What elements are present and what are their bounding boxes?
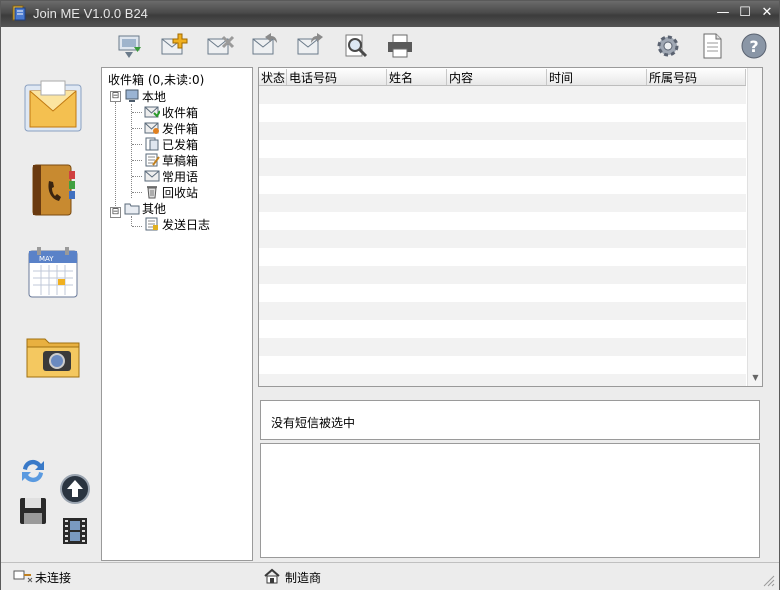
window-title: Join ME V1.0.0 B24 <box>33 6 148 21</box>
table-row[interactable] <box>259 302 746 320</box>
tree-label-recycle: 回收站 <box>162 186 199 200</box>
list-rows <box>259 86 746 386</box>
log-icon <box>145 217 158 231</box>
vertical-scrollbar[interactable]: ▼ <box>747 68 762 386</box>
tree-line <box>132 144 142 145</box>
message-preview: 没有短信被选中 <box>260 400 760 440</box>
column-owner-number[interactable]: 所属号码 <box>647 69 746 85</box>
folder-tree: 收件箱 (0,未读:0) ⊟ 本地 收件箱 发件箱 已发箱 草稿箱 常用语 回收… <box>101 67 253 561</box>
tree-label-outbox: 发件箱 <box>162 122 199 136</box>
tree-label-local: 本地 <box>142 90 167 104</box>
table-row[interactable] <box>259 374 746 386</box>
connection-label: 未连接 <box>35 571 72 585</box>
table-row[interactable] <box>259 176 746 194</box>
inbox-icon <box>144 106 160 118</box>
tree-line <box>132 226 142 227</box>
table-row[interactable] <box>259 104 746 122</box>
table-row[interactable] <box>259 212 746 230</box>
title-bar[interactable]: Join ME V1.0.0 B24 — ☐ ✕ <box>1 1 779 27</box>
maximize-button[interactable]: ☐ <box>735 4 755 22</box>
recycle-bin-icon <box>147 186 157 199</box>
message-list[interactable]: 状态 电话号码 姓名 内容 时间 所属号码 ▼ <box>258 67 763 387</box>
tree-line <box>132 128 142 129</box>
minimize-button[interactable]: — <box>713 4 733 22</box>
print-icon[interactable] <box>385 31 415 61</box>
tree-label-other: 其他 <box>142 202 167 216</box>
app-logo-icon <box>12 5 26 21</box>
phrases-icon <box>144 170 160 182</box>
left-navigation: MAY <box>3 67 99 561</box>
tree-label-drafts: 草稿箱 <box>162 154 199 168</box>
toolbar: ? <box>101 29 779 67</box>
settings-icon[interactable] <box>653 31 683 61</box>
table-row[interactable] <box>259 194 746 212</box>
table-row[interactable] <box>259 320 746 338</box>
column-content[interactable]: 内容 <box>447 69 547 85</box>
media-folder-icon[interactable] <box>23 325 83 385</box>
tree-label-phrases: 常用语 <box>162 170 199 184</box>
receive-icon[interactable] <box>115 31 145 61</box>
preview-message: 没有短信被选中 <box>271 416 356 430</box>
tree-line <box>115 102 116 210</box>
folder-icon <box>124 203 140 215</box>
table-row[interactable] <box>259 284 746 302</box>
status-bar: 未连接 制造商 <box>1 562 779 590</box>
tree-label-inbox: 收件箱 <box>162 106 199 120</box>
tree-line <box>131 104 132 198</box>
table-row[interactable] <box>259 338 746 356</box>
outbox-icon <box>144 122 159 134</box>
table-row[interactable] <box>259 230 746 248</box>
help-icon[interactable]: ? <box>739 31 769 61</box>
table-row[interactable] <box>259 248 746 266</box>
upload-icon[interactable] <box>59 473 91 505</box>
sync-icon[interactable] <box>17 455 49 487</box>
message-content-area[interactable] <box>260 443 760 558</box>
new-message-icon[interactable] <box>159 31 189 61</box>
search-icon[interactable] <box>341 31 371 61</box>
delete-message-icon[interactable] <box>205 31 235 61</box>
tree-header: 收件箱 (0,未读:0) <box>108 73 205 87</box>
tree-label-sent: 已发箱 <box>162 138 199 152</box>
forward-icon[interactable] <box>295 31 325 61</box>
tree-line <box>132 112 142 113</box>
svg-text:MAY: MAY <box>39 255 54 263</box>
tree-expander-local[interactable]: ⊟ <box>110 91 121 102</box>
save-icon[interactable] <box>17 495 49 527</box>
drafts-icon <box>145 153 160 167</box>
column-name[interactable]: 姓名 <box>387 69 447 85</box>
table-row[interactable] <box>259 158 746 176</box>
manufacturer-label: 制造商 <box>285 571 322 585</box>
tree-line <box>132 160 142 161</box>
tree-label-send-log: 发送日志 <box>162 218 211 232</box>
list-header: 状态 电话号码 姓名 内容 时间 所属号码 <box>259 68 746 86</box>
column-phone[interactable]: 电话号码 <box>287 69 387 85</box>
column-time[interactable]: 时间 <box>547 69 647 85</box>
table-row[interactable] <box>259 122 746 140</box>
tree-line <box>131 216 132 226</box>
reply-icon[interactable] <box>249 31 279 61</box>
tree-line <box>132 176 142 177</box>
scroll-down-button[interactable]: ▼ <box>750 373 761 383</box>
computer-icon <box>125 89 139 102</box>
sent-icon <box>145 137 159 151</box>
tree-expander-other[interactable]: ⊟ <box>110 207 121 218</box>
svg-text:?: ? <box>749 37 758 56</box>
app-window: Join ME V1.0.0 B24 — ☐ ✕ ? MAY 收件箱 (0,未读… <box>0 0 780 590</box>
document-icon[interactable] <box>697 31 727 61</box>
table-row[interactable] <box>259 356 746 374</box>
disconnected-icon <box>13 570 33 583</box>
tree-line <box>132 192 142 193</box>
video-icon[interactable] <box>59 515 91 547</box>
resize-grip-icon[interactable] <box>761 573 775 587</box>
table-row[interactable] <box>259 86 746 104</box>
column-status[interactable]: 状态 <box>259 69 287 85</box>
table-row[interactable] <box>259 140 746 158</box>
close-button[interactable]: ✕ <box>757 4 777 22</box>
sms-envelope-icon[interactable] <box>23 77 83 137</box>
contacts-book-icon[interactable] <box>23 161 83 221</box>
table-row[interactable] <box>259 266 746 284</box>
calendar-icon[interactable]: MAY <box>23 243 83 303</box>
home-icon <box>264 568 280 584</box>
